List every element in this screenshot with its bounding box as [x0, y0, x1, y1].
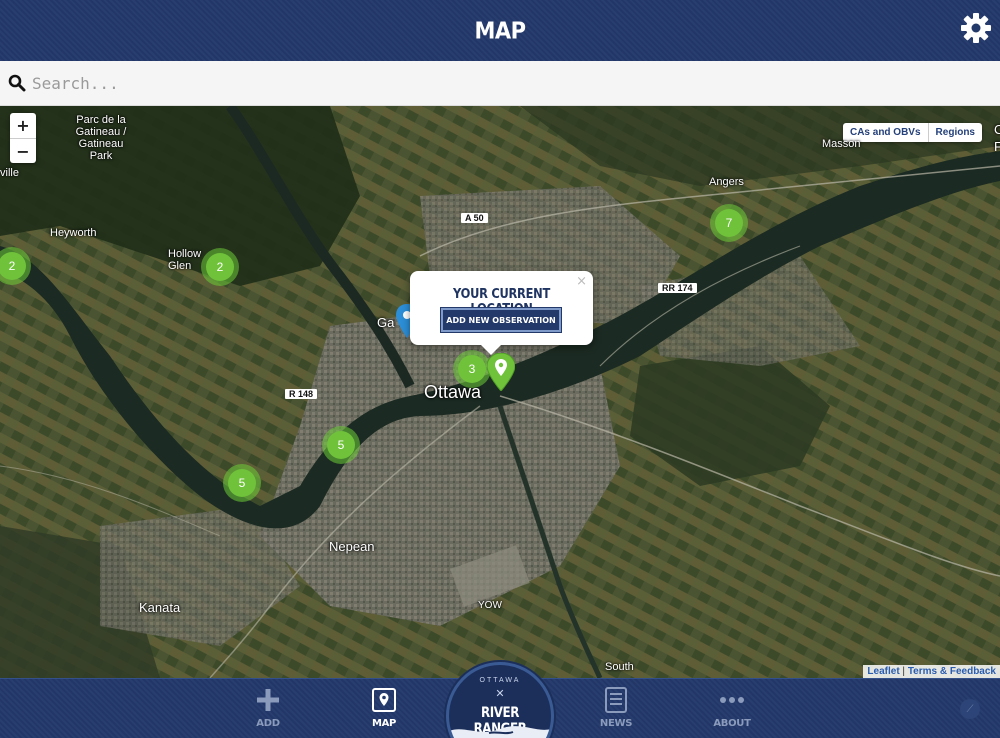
place-label: Parc de la Gatineau / Gatineau Park: [75, 114, 127, 162]
road-shield: R 148: [285, 389, 318, 399]
crossed-paddles-icon: ✕: [495, 688, 505, 700]
map-pin-icon: [371, 687, 397, 713]
scroll-handle-icon[interactable]: ⟋: [960, 699, 980, 719]
marker-cluster[interactable]: 5: [322, 426, 360, 464]
marker-cluster[interactable]: 5: [223, 464, 261, 502]
search-icon: [8, 74, 26, 92]
cluster-count: 7: [715, 209, 743, 237]
attribution-separator: |: [899, 666, 908, 677]
zoom-control: + −: [10, 113, 36, 163]
road-shield: A 50: [461, 213, 488, 223]
place-label: ville: [0, 167, 19, 179]
more-dots-icon: [719, 687, 745, 713]
nav-add[interactable]: ADD: [238, 687, 298, 729]
nav-label: NEWS: [599, 718, 633, 729]
map-view[interactable]: + − CAs and OBVs Regions Parc de la Gati…: [0, 106, 1000, 678]
place-label: Masson: [822, 138, 861, 150]
place-label: Angers: [709, 176, 744, 188]
leaflet-link[interactable]: Leaflet: [867, 666, 899, 677]
top-header: MAP: [0, 0, 1000, 61]
place-label: South: [605, 661, 634, 673]
zoom-out-button[interactable]: −: [10, 138, 36, 163]
search-bar: [0, 61, 1000, 106]
layer-regions-button[interactable]: Regions: [927, 123, 982, 142]
nav-map[interactable]: MAP: [354, 687, 414, 729]
place-label: C: [994, 122, 1000, 137]
marker-cluster[interactable]: 2: [201, 248, 239, 286]
marker-cluster[interactable]: 7: [710, 204, 748, 242]
marker-cluster[interactable]: 3: [453, 350, 491, 388]
nav-news[interactable]: NEWS: [586, 687, 646, 729]
zoom-in-button[interactable]: +: [10, 113, 36, 138]
logo-subtitle: OTTAWA: [479, 677, 521, 684]
wave-icon: [449, 726, 551, 738]
nav-label: ADD: [256, 718, 280, 729]
place-label: Ga: [377, 315, 395, 330]
place-label: Nepean: [329, 539, 375, 554]
cluster-count: 3: [458, 355, 486, 383]
cluster-count: 2: [206, 253, 234, 281]
search-input[interactable]: [32, 73, 932, 93]
gear-icon[interactable]: [960, 12, 992, 44]
place-label: F: [994, 139, 1000, 154]
add-observation-button[interactable]: ADD NEW OBSERVATION: [441, 308, 561, 332]
nav-about[interactable]: ABOUT: [702, 687, 762, 729]
cluster-count: 5: [228, 469, 256, 497]
plus-icon: [255, 687, 281, 713]
map-attribution: Leaflet | Terms & Feedback: [863, 665, 1000, 678]
location-popup: × YOUR CURRENT LOCATION ADD NEW OBSERVAT…: [410, 271, 593, 345]
satellite-imagery: [0, 106, 1000, 678]
place-label: Heyworth: [50, 227, 97, 239]
page-title: MAP: [474, 17, 526, 44]
road-shield: RR 174: [658, 283, 697, 293]
terms-link[interactable]: Terms & Feedback: [908, 666, 996, 677]
cluster-count: 2: [0, 252, 26, 280]
current-location-pin-icon[interactable]: [487, 353, 515, 391]
airport-label: YOW: [478, 600, 502, 611]
nav-label: MAP: [371, 718, 397, 729]
nav-label: ABOUT: [713, 718, 751, 729]
app-root: MAP Search... + − CAs and OBVs Regions P…: [0, 0, 1000, 738]
place-label: Kanata: [139, 600, 181, 615]
news-icon: [603, 687, 629, 713]
cluster-count: 5: [327, 431, 355, 459]
layer-toggle: CAs and OBVs Regions: [842, 123, 982, 142]
